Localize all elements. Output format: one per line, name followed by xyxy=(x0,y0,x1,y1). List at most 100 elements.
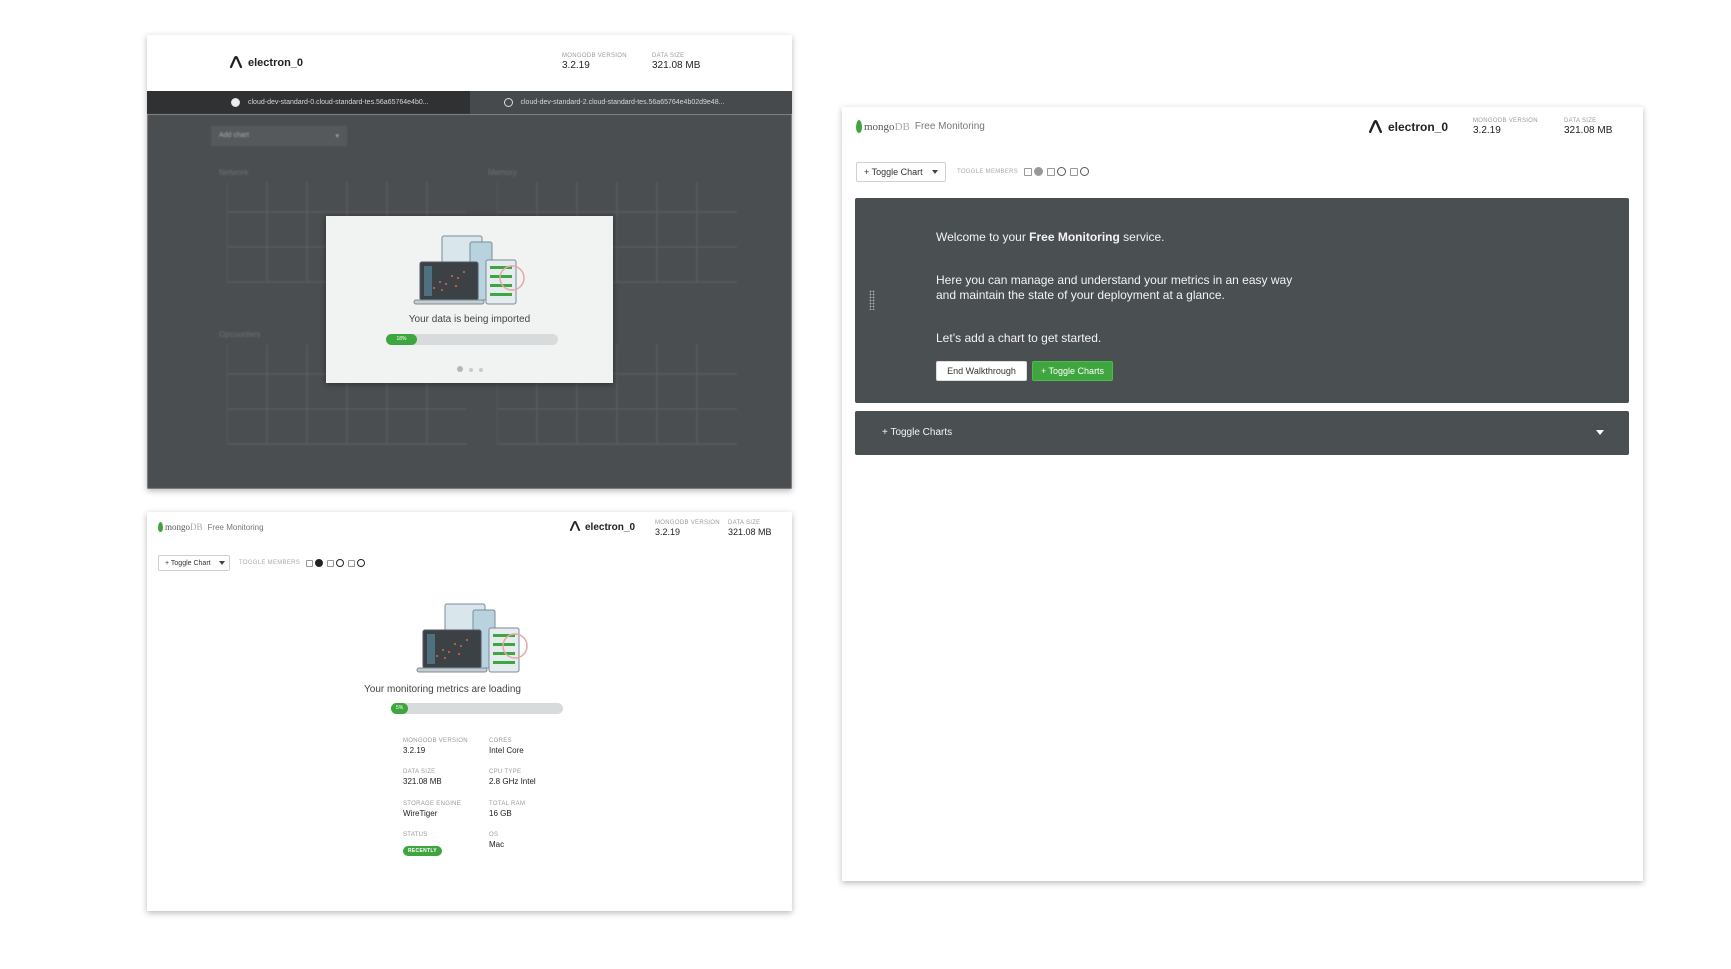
member-checkbox[interactable] xyxy=(1047,167,1056,176)
tab-label: cloud-dev-standard-0.cloud-standard-tes.… xyxy=(248,99,429,106)
info-value: 2.8 GHz Intel xyxy=(489,777,536,787)
intro-line-3: Let’s add a chart to get started. xyxy=(936,331,1102,345)
chevron-down-icon xyxy=(218,561,225,565)
info-value: 3.2.19 xyxy=(403,746,426,756)
walkthrough-card: Welcome to your Free Monitoring service.… xyxy=(855,198,1629,403)
member-checkbox[interactable] xyxy=(1024,167,1033,176)
import-progress-bar: 18% xyxy=(386,334,558,345)
import-progress-fill: 18% xyxy=(386,334,417,345)
mongodb-version-value: 3.2.19 xyxy=(655,527,681,538)
welcome-bold: Free Monitoring xyxy=(1029,230,1120,244)
tab-member-0[interactable]: cloud-dev-standard-0.cloud-standard-tes.… xyxy=(147,91,470,114)
mongodb-version-label: MONGODB VERSION xyxy=(562,53,627,59)
loading-screen-panel: mongoDB Free Monitoring electron_0 MONGO… xyxy=(147,512,792,911)
info-value: 16 GB xyxy=(489,809,512,819)
end-walkthrough-button[interactable]: End Walkthrough xyxy=(936,361,1027,381)
toggle-members-label: TOGGLE MEMBERS xyxy=(239,560,301,566)
info-cores: CORES Intel Core xyxy=(489,738,579,756)
server-icon xyxy=(1368,120,1383,134)
data-size-value: 321.08 MB xyxy=(652,60,701,72)
member-checkbox[interactable] xyxy=(306,559,314,567)
mongodb-version-label: MONGODB VERSION xyxy=(1473,118,1538,124)
chart-title-opcounters: Opcounters xyxy=(219,330,261,339)
toggle-charts-bar[interactable]: + Toggle Charts xyxy=(855,411,1629,455)
info-value: 321.08 MB xyxy=(403,777,442,787)
servers-laptop-illustration-icon xyxy=(413,235,525,305)
pager-dot[interactable] xyxy=(478,368,483,372)
mongodb-version-stat: MONGODB VERSION 3.2.19 xyxy=(562,53,627,72)
mongodb-version-value: 3.2.19 xyxy=(1473,125,1501,137)
import-message: Your data is being imported xyxy=(408,314,531,325)
member-checkbox[interactable] xyxy=(327,559,335,567)
info-label: CPU TYPE xyxy=(489,769,522,775)
logo-word-main: mongo xyxy=(165,522,191,532)
info-value: Intel Core xyxy=(489,746,524,756)
tab-label: cloud-dev-standard-2.cloud-standard-tes.… xyxy=(520,99,725,106)
server-name: electron_0 xyxy=(569,521,636,533)
welcome-suffix: service. xyxy=(1119,230,1165,244)
toggle-chart-label: + Toggle Chart xyxy=(864,167,923,177)
mongodb-leaf-icon xyxy=(158,522,163,532)
primary-member-icon xyxy=(1034,167,1044,176)
tab-member-2[interactable]: cloud-dev-standard-2.cloud-standard-tes.… xyxy=(469,91,792,114)
toggle-members-label: TOGGLE MEMBERS xyxy=(957,168,1019,175)
secondary-member-icon xyxy=(336,559,345,567)
chevron-down-icon xyxy=(1596,430,1604,435)
mongodb-version-value: 3.2.19 xyxy=(562,60,590,72)
info-label: STORAGE ENGINE xyxy=(403,801,462,807)
secondary-member-icon xyxy=(357,559,366,567)
logo-word: mongoDB xyxy=(165,522,203,532)
toggle-members: TOGGLE MEMBERS xyxy=(957,167,1093,176)
add-chart-label: Add chart xyxy=(219,132,249,139)
logo-word: mongoDB xyxy=(864,121,910,133)
primary-member-icon xyxy=(315,559,324,567)
data-size-value: 321.08 MB xyxy=(728,527,772,538)
server-name-text: electron_0 xyxy=(585,522,636,533)
toggle-chart-button[interactable]: + Toggle Chart xyxy=(856,162,946,182)
secondary-member-icon xyxy=(1057,167,1067,176)
welcome-line: Welcome to your Free Monitoring service. xyxy=(936,230,1165,245)
data-size-stat: DATA SIZE 321.08 MB xyxy=(652,53,700,72)
chart-title-network: Network xyxy=(219,168,249,177)
status-badge: RECENTLY xyxy=(403,846,442,857)
info-label: CORES xyxy=(489,738,512,744)
info-os: OS Mac xyxy=(489,832,579,850)
mongodb-logo: mongoDB Free Monitoring xyxy=(158,522,264,532)
info-value: WireTiger xyxy=(403,809,438,819)
toggle-charts-button[interactable]: + Toggle Charts xyxy=(1032,361,1113,381)
member-checkbox[interactable] xyxy=(348,559,356,567)
info-label: TOTAL RAM xyxy=(489,801,526,807)
info-mongodb-version: MONGODB VERSION 3.2.19 xyxy=(403,738,493,756)
data-size-label: DATA SIZE xyxy=(652,53,685,59)
toggle-chart-button[interactable]: + Toggle Chart xyxy=(158,555,230,571)
logo-word-main: mongo xyxy=(864,120,895,133)
data-size-stat: DATA SIZE 321.08 MB xyxy=(1564,118,1612,137)
member-tabs: cloud-dev-standard-0.cloud-standard-tes.… xyxy=(147,91,792,114)
chart-title-memory: Memory xyxy=(488,168,517,177)
secondary-member-icon xyxy=(1080,167,1090,176)
import-modal: Your data is being imported 18% xyxy=(326,216,613,383)
toggle-members: TOGGLE MEMBERS xyxy=(239,559,369,567)
member-checkbox[interactable] xyxy=(1070,167,1079,176)
product-name: Free Monitoring xyxy=(914,121,985,132)
drag-handle-icon[interactable] xyxy=(869,290,875,310)
info-value: Mac xyxy=(489,840,505,850)
info-label: DATA SIZE xyxy=(403,769,436,775)
loading-message: Your monitoring metrics are loading xyxy=(364,684,521,695)
server-icon xyxy=(569,521,581,532)
data-size-label: DATA SIZE xyxy=(1564,118,1597,124)
toggle-chart-label: + Toggle Chart xyxy=(165,559,211,567)
data-size-label: DATA SIZE xyxy=(728,520,761,526)
pager-dot[interactable] xyxy=(468,368,473,372)
info-label: MONGODB VERSION xyxy=(403,738,468,744)
carousel-pager xyxy=(326,366,613,372)
toggle-charts-bar-label: + Toggle Charts xyxy=(882,427,953,438)
servers-laptop-illustration-icon xyxy=(416,603,528,673)
pager-dot[interactable] xyxy=(456,366,463,372)
info-cpu-type: CPU TYPE 2.8 GHz Intel xyxy=(489,769,579,787)
server-name: electron_0 xyxy=(229,56,303,69)
info-status: STATUS RECENTLY xyxy=(403,832,493,857)
server-name: electron_0 xyxy=(1368,120,1448,134)
loading-progress-bar: 5% xyxy=(391,703,563,714)
add-chart-select[interactable]: Add chart ▾ xyxy=(211,126,347,146)
